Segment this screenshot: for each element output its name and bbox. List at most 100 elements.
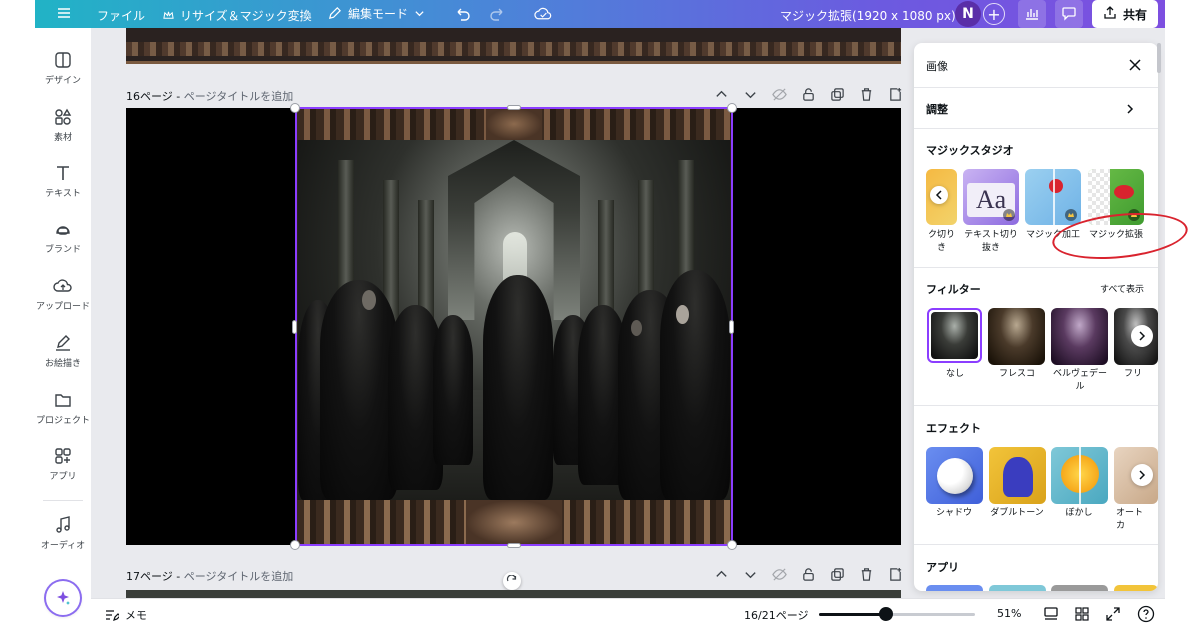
notes-label: メモ [125,609,147,622]
magic-studio-heading: マジックスタジオ [926,144,1014,157]
chevron-down-icon[interactable] [743,87,758,102]
divider [914,544,1158,545]
rotate-button[interactable] [503,572,521,590]
resize-handle[interactable] [727,540,737,550]
lock-icon[interactable] [801,87,816,102]
hide-page-icon[interactable] [772,567,787,582]
sidebar-item-apps[interactable]: アプリ [35,446,91,482]
app-tile[interactable] [926,585,983,591]
outer-margin-right [1165,0,1200,629]
file-menu[interactable]: ファイル [97,7,145,24]
magic-item-bg-remove[interactable] [926,169,957,225]
sidebar-item-audio[interactable]: オーディオ [35,515,91,551]
zoom-slider[interactable] [819,607,975,621]
grid-view-icon[interactable] [1074,606,1090,625]
resize-handle[interactable] [507,543,521,548]
magic-item-magic-expand[interactable] [1088,169,1144,225]
resize-handle[interactable] [727,103,737,113]
resize-handle[interactable] [292,320,297,334]
chevron-up-icon[interactable] [714,567,729,582]
avatar[interactable]: N [955,1,981,27]
crown-icon [1128,209,1140,221]
filter-belvedere[interactable] [1051,308,1108,365]
app-tile[interactable] [989,585,1046,591]
share-button[interactable]: 共有 [1092,0,1158,28]
effect-blur[interactable] [1051,447,1108,504]
hide-page-icon[interactable] [772,87,787,102]
chevron-down-icon[interactable] [743,567,758,582]
sidebar-item-projects[interactable]: プロジェクト [35,390,91,426]
adjust-label[interactable]: 調整 [926,101,948,117]
page-number: 17ページ - [126,570,181,583]
lock-icon[interactable] [801,567,816,582]
trash-icon[interactable] [859,87,874,102]
app-tile[interactable] [1114,585,1158,591]
effect-label: シャドウ [935,508,972,518]
chevron-left-icon[interactable] [930,186,948,204]
add-page-icon[interactable] [888,567,903,582]
panel-scrollbar[interactable] [1157,43,1161,73]
show-all-filters-link[interactable]: すべて表示 [1100,282,1144,295]
chevron-right-icon[interactable] [1124,100,1136,119]
magic-item-text-cutout[interactable]: Aa [963,169,1019,225]
sidebar-item-brand[interactable]: ブランド [35,219,91,255]
undo-icon[interactable] [453,5,471,23]
text-icon [57,166,69,180]
zoom-level[interactable]: 51% [997,607,1021,620]
fullscreen-icon[interactable] [1105,606,1121,625]
sidebar-item-text[interactable]: テキスト [35,163,91,199]
comments-button[interactable] [1055,0,1083,28]
effect-duotone[interactable] [989,447,1046,504]
top-toolbar: ファイル リサイズ＆マジック変換 編集モード マジック拡張(1920 x 108… [35,0,1165,28]
page-counter[interactable]: 16/21ページ [744,607,808,623]
resize-handle[interactable] [290,540,300,550]
ornate-frame-image[interactable] [296,108,732,545]
divider [914,267,1158,268]
frame-bottom-ornament [296,500,732,545]
sidebar-item-upload[interactable]: アップロード [35,276,91,312]
resize-handle[interactable] [507,105,521,110]
edit-mode-dropdown[interactable]: 編集モード [327,5,425,22]
sidebar-item-design[interactable]: デザイン [35,50,91,86]
insights-button[interactable] [1018,0,1046,28]
next-page-preview[interactable] [126,590,901,598]
filter-none[interactable] [927,308,982,363]
add-page-icon[interactable] [888,87,903,102]
previous-page-preview[interactable] [126,28,901,64]
duplicate-icon[interactable] [830,87,845,102]
page-title-input[interactable]: ページタイトルを追加 [184,90,294,103]
sidebar-item-label: オーディオ [40,541,86,551]
hooded-figure [320,280,398,500]
resize-handle[interactable] [729,320,734,334]
chevron-right-icon[interactable] [1131,464,1153,486]
filter-fresco[interactable] [988,308,1045,365]
notes-button[interactable]: メモ [105,607,147,623]
cloud-save-icon[interactable] [534,5,553,23]
magic-item-magic-edit[interactable] [1025,169,1081,225]
sidebar-item-elements[interactable]: 素材 [35,107,91,143]
page-view-icon[interactable] [1043,606,1059,625]
effect-shadow[interactable] [926,447,983,504]
divider [914,405,1158,406]
sidebar-item-label: ブランド [44,245,81,255]
sidebar-item-draw[interactable]: お絵描き [35,333,91,369]
resize-magic-button[interactable]: リサイズ＆マジック変換 [163,7,312,24]
hamburger-icon[interactable] [57,6,71,20]
chevron-right-icon[interactable] [1131,325,1153,347]
add-collaborator-button[interactable]: + [983,3,1005,25]
trash-icon[interactable] [859,567,874,582]
sidebar-item-label: アップロード [35,302,90,312]
duplicate-icon[interactable] [830,567,845,582]
page-title-input[interactable]: ページタイトルを追加 [184,570,294,583]
redo-icon[interactable] [489,5,507,23]
help-icon[interactable] [1137,605,1155,626]
document-title[interactable]: マジック拡張(1920 x 1080 px) [780,7,956,24]
app-tile[interactable] [1051,585,1108,591]
canvas-area: 16ページ - ページタイトルを追加 17ページ - ページタイトルを追加 [91,28,913,598]
zoom-slider-thumb[interactable] [879,607,894,621]
close-icon[interactable] [1128,57,1142,76]
page-16-canvas[interactable] [126,103,901,550]
magic-assistant-button[interactable] [46,581,80,615]
resize-handle[interactable] [290,103,300,113]
chevron-up-icon[interactable] [714,87,729,102]
